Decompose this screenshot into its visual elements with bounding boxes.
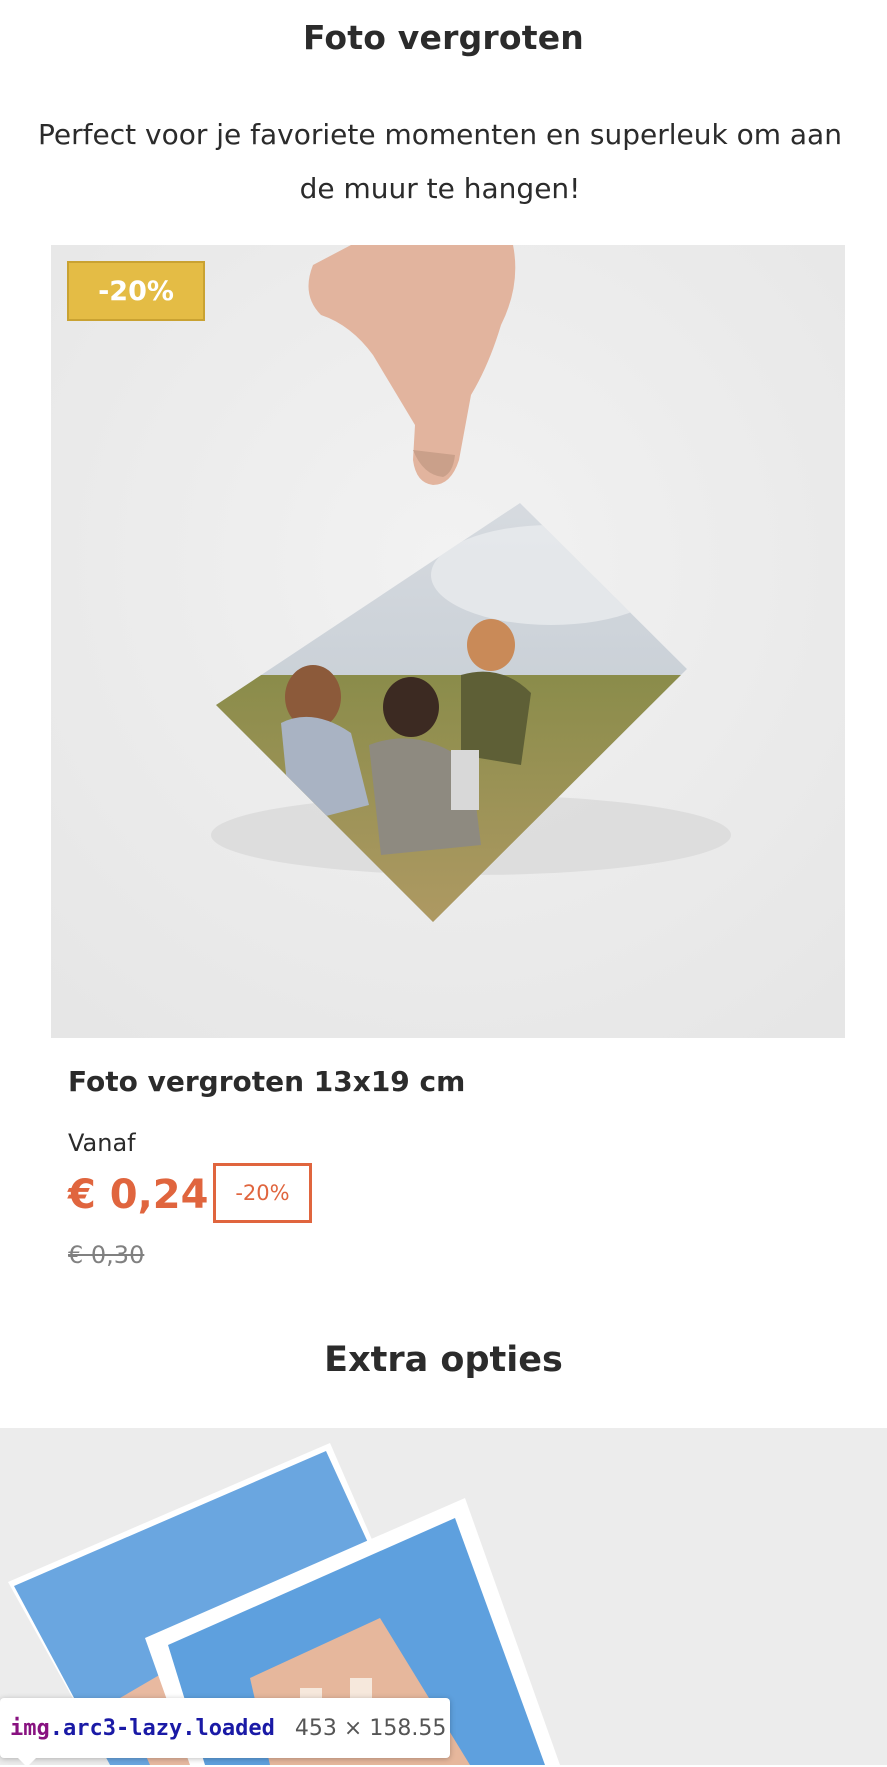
devtools-inspector-tooltip: img .arc3-lazy.loaded 453 × 158.55 [0,1698,450,1758]
price-discount-badge: -20% [213,1163,312,1223]
inspector-classes: .arc3-lazy.loaded [49,1715,275,1741]
extra-options-title: Extra opties [324,1340,563,1380]
price-current: € 0,24 [68,1172,209,1218]
hand-holding-photo-illustration [51,245,845,1038]
price-from-label: Vanaf [68,1129,136,1157]
inspector-dimensions: 453 × 158.55 [294,1715,447,1741]
discount-tag: -20% [67,261,205,321]
price-old: € 0,30 [68,1241,145,1269]
inspector-tag: img [10,1715,50,1741]
product-card[interactable]: -20% Foto vergroten 13x19 cm Vanaf € 0,2… [51,245,845,1275]
page-intro: Perfect voor je favoriete momenten en su… [38,118,842,205]
inspector-arrow [16,1756,38,1767]
product-name[interactable]: Foto vergroten 13x19 cm [68,1065,465,1098]
page-title: Foto vergroten [303,18,584,57]
product-image[interactable]: -20% [51,245,845,1038]
